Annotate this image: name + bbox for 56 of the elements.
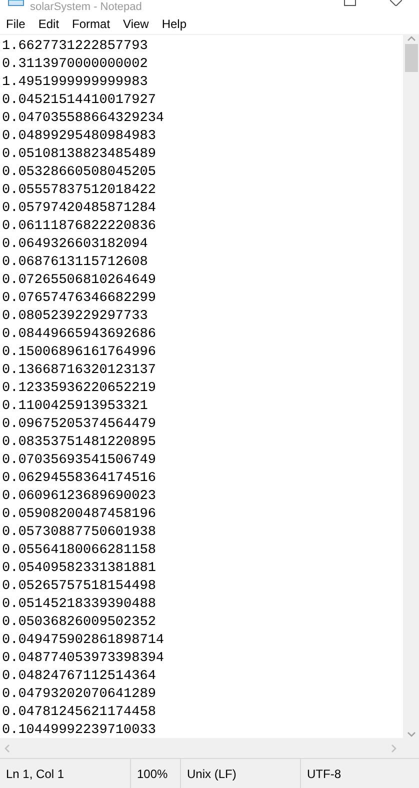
text-line: 0.12335936220652219 [2,380,156,398]
text-line: 0.049475902861898714 [2,632,164,650]
maximize-icon[interactable] [344,0,356,6]
window-title: solarSystem - Notepad [30,1,142,13]
status-text: Ln 1, Col 1 [6,766,64,780]
scroll-up-icon[interactable] [406,35,416,42]
text-line: 0.3113970000000002 [2,56,148,74]
text-line: 0.04521514410017927 [2,92,156,110]
menu-item[interactable]: View [117,16,156,32]
text-line: 1.4951999999999983 [2,74,148,92]
text-line: 0.06111876822220836 [2,218,156,236]
text-line: 0.05108138823485489 [2,146,156,164]
menu-item[interactable]: Edit [32,16,66,32]
status-text: UTF-8 [307,766,341,780]
text-line: 0.0805239229297733 [2,308,148,326]
text-line: 0.10449992239710033 [2,722,156,738]
text-line: 0.15006896161764996 [2,344,156,362]
scroll-left-icon[interactable] [4,744,10,752]
text-line: 0.07265506810264649 [2,272,156,290]
text-line: 0.04824767112514364 [2,668,156,686]
text-line: 0.08449665943692686 [2,326,156,344]
text-line: 0.04899295480984983 [2,128,156,146]
text-line: 0.04781245621174458 [2,704,156,722]
text-line: 0.05557837512018422 [2,182,156,200]
menu-item[interactable]: File [0,16,32,32]
text-line: 0.04793202070641289 [2,686,156,704]
text-line: 0.06096123689690023 [2,488,156,506]
menu-item[interactable]: Format [66,16,118,32]
text-line: 0.05036826009502352 [2,614,156,632]
text-line: 1.6627731222857793 [2,38,148,56]
text-line: 0.07657476346682299 [2,290,156,308]
text-line: 0.047035588664329234 [2,110,164,128]
text-line: 0.05328660508045205 [2,164,156,182]
status-text: Unix (LF) [187,766,236,780]
scroll-down-icon[interactable] [406,731,416,738]
status-text: 100% [137,766,168,780]
text-line: 0.0649326603182094 [2,236,148,254]
text-line: 0.06294558364174516 [2,470,156,488]
text-line: 0.09675205374564479 [2,416,156,434]
text-line: 0.05730887750601938 [2,524,156,542]
text-line: 0.05908200487458196 [2,506,156,524]
text-line: 0.05564180066281158 [2,542,156,560]
menu-item[interactable]: Help [156,16,194,32]
text-line: 0.05409582331381881 [2,560,156,578]
text-line: 0.05145218339390488 [2,596,156,614]
text-line: 0.05265757518154498 [2,578,156,596]
scrollbar-thumb[interactable] [404,44,418,72]
notepad-icon [8,0,24,6]
text-line: 0.0687613115712608 [2,254,148,272]
text-line: 0.05797420485871284 [2,200,156,218]
text-line: 0.048774053973398394 [2,650,164,668]
text-line: 0.13668716320123137 [2,362,156,380]
text-line: 0.07035693541506749 [2,452,156,470]
scroll-right-icon[interactable] [391,744,397,752]
text-line: 0.08353751481220895 [2,434,156,452]
text-line: 0.1100425913953321 [2,398,148,416]
